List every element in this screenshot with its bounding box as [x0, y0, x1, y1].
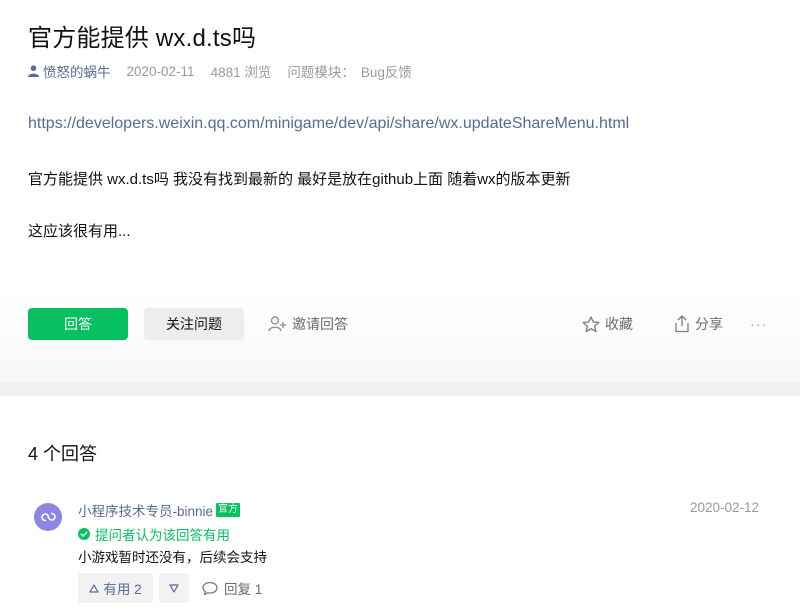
answer-author-name: 小程序技术专员-binnie	[78, 504, 214, 519]
section-divider	[0, 382, 800, 396]
question-paragraph: 这应该很有用...	[28, 223, 131, 240]
more-options-button[interactable]: ···	[750, 308, 767, 340]
share-button[interactable]: 分享	[674, 308, 723, 340]
share-label: 分享	[695, 316, 723, 332]
check-circle-icon	[78, 528, 90, 540]
invite-answer-label: 邀请回答	[292, 316, 348, 332]
answer-date: 2020-02-12	[690, 500, 760, 515]
mini-program-icon	[41, 512, 56, 522]
triangle-down-icon	[169, 583, 179, 593]
question-title: 官方能提供 wx.d.ts吗	[28, 25, 257, 52]
favorite-button[interactable]: 收藏	[582, 308, 633, 340]
triangle-up-icon	[89, 583, 99, 593]
useful-button[interactable]: 有用 2	[78, 573, 153, 603]
comment-icon	[202, 581, 218, 595]
user-icon	[28, 65, 39, 77]
useful-label: 有用 2	[103, 582, 142, 597]
answers-count: 4 个回答	[28, 444, 98, 464]
question-author-name: 愤怒的蜗牛	[43, 65, 111, 80]
question-author[interactable]: 愤怒的蜗牛	[28, 61, 111, 81]
reply-button[interactable]: 回复 1	[202, 573, 262, 603]
question-module-label: 问题模块：	[287, 65, 355, 80]
avatar[interactable]	[34, 503, 62, 531]
add-user-icon	[268, 316, 286, 332]
question-meta: 愤怒的蜗牛 2020-02-11 4881 浏览 问题模块： Bug反馈	[28, 62, 412, 80]
question-date: 2020-02-11	[126, 63, 195, 79]
question-views: 4881 浏览	[210, 65, 272, 80]
answer-author[interactable]: 小程序技术专员-binnie 官方	[78, 500, 241, 520]
answer-button[interactable]: 回答	[28, 308, 128, 340]
question-module-value[interactable]: Bug反馈	[361, 61, 412, 81]
favorite-label: 收藏	[605, 316, 633, 332]
answer-body: 小游戏暂时还没有，后续会支持	[78, 550, 267, 565]
question-paragraph: 官方能提供 wx.d.ts吗 我没有找到最新的 最好是放在github上面 随着…	[28, 171, 571, 188]
not-useful-button[interactable]	[159, 573, 189, 603]
star-icon	[582, 315, 600, 332]
share-icon	[675, 315, 689, 333]
follow-question-button[interactable]: 关注问题	[144, 308, 244, 340]
question-link[interactable]: https://developers.weixin.qq.com/minigam…	[28, 115, 629, 133]
invite-answer-button[interactable]: 邀请回答	[268, 308, 348, 340]
accepted-text: 提问者认为该回答有用	[95, 528, 230, 543]
accepted-label: 提问者认为该回答有用	[78, 524, 230, 544]
question-action-bar: 回答 关注问题 邀请回答 收藏 分享 ···	[0, 292, 800, 382]
official-badge: 官方	[216, 503, 241, 517]
reply-label: 回复 1	[224, 582, 263, 597]
